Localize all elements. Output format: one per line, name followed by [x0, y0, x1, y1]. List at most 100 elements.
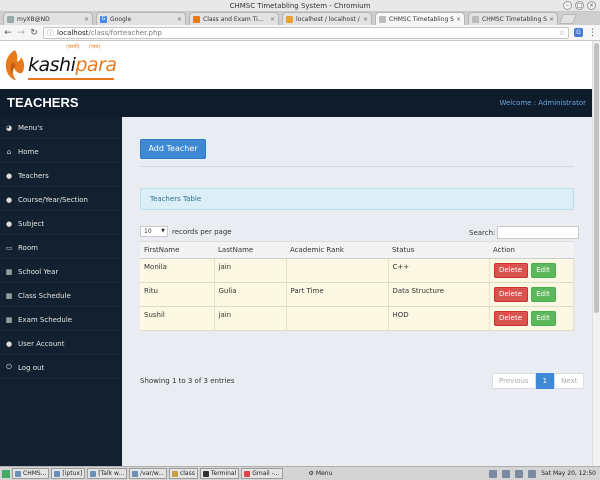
desktop-icon[interactable] [2, 469, 10, 478]
add-teacher-button[interactable]: Add Teacher [140, 139, 206, 159]
new-tab-button[interactable] [559, 14, 577, 24]
tray-app-icon[interactable] [489, 469, 498, 478]
cell-action: Delete Edit [489, 282, 574, 307]
sidebar-item-room[interactable]: ▭ Room [0, 237, 122, 259]
edit-button[interactable]: Edit [530, 311, 556, 326]
close-tab-icon[interactable]: × [270, 16, 275, 23]
taskbar-item-label: /var/w... [140, 470, 164, 477]
logo-word-b: para [75, 54, 117, 76]
close-tab-icon[interactable]: × [549, 16, 554, 23]
translate-extension-icon[interactable]: G [574, 28, 583, 37]
logo-deco-right: (पारा) [89, 44, 101, 50]
browser-tab[interactable]: G Google × [96, 12, 186, 25]
os-taskbar: CHMS... [iptux] [Talk w... /var/w... cla… [0, 466, 600, 480]
pagination-next[interactable]: Next [554, 373, 585, 389]
teachers-table: FirstName LastName Academic Rank Status … [140, 241, 574, 331]
start-menu-button[interactable]: Menu [316, 470, 332, 477]
close-tab-icon[interactable]: × [456, 16, 461, 23]
column-header-status[interactable]: Status [388, 241, 489, 259]
browser-tab[interactable]: myXB@ND × [3, 12, 93, 25]
sidebar-item-label: Log out [18, 363, 45, 372]
sidebar-item-menus[interactable]: ◕ Menu's [0, 117, 122, 139]
sidebar-item-home[interactable]: ⌂ Home [0, 141, 122, 163]
tray-app-icon[interactable] [502, 469, 511, 478]
minimize-icon[interactable]: – [563, 1, 572, 10]
maximize-icon[interactable]: □ [575, 1, 584, 10]
url-bar[interactable]: ⓘ localhost/class/forteacher.php ☆ [43, 26, 569, 39]
pagination-previous[interactable]: Previous [492, 373, 536, 389]
page-info-icon[interactable]: ⓘ [47, 28, 54, 38]
cell-lastname: jain [214, 306, 287, 331]
forward-icon[interactable]: → [17, 28, 25, 38]
cell-status: HOD [388, 306, 490, 331]
browser-tab[interactable]: CHMSC Timetabling S × [468, 12, 558, 25]
calendar-icon: ▦ [5, 315, 13, 324]
kashipara-logo[interactable]: (काशी) (पारा) kashipara [4, 44, 119, 86]
sidebar-item-school-year[interactable]: ▦ School Year [0, 261, 122, 283]
browser-tab[interactable]: localhost / localhost / × [282, 12, 372, 25]
pagination-page-current[interactable]: 1 [535, 373, 555, 389]
tab-strip: myXB@ND × G Google × Class and Exam Timeta ×… [0, 12, 600, 25]
reload-icon[interactable]: ↻ [30, 28, 38, 38]
taskbar-item[interactable]: [Talk w... [87, 468, 128, 479]
room-icon: ▭ [5, 243, 13, 252]
url-text[interactable]: localhost/class/forteacher.php [57, 29, 556, 37]
sidebar-item-user-account[interactable]: ● User Account [0, 333, 122, 355]
sidebar-item-teachers[interactable]: ● Teachers [0, 165, 122, 187]
column-header-lastname[interactable]: LastName [214, 241, 286, 259]
menu-dots-icon[interactable]: ⋮ [588, 28, 597, 38]
sidebar-item-logout[interactable]: ⏻ Log out [0, 357, 122, 379]
cell-action: Delete Edit [489, 306, 574, 331]
page-scrollbar[interactable] [592, 41, 600, 466]
delete-button[interactable]: Delete [493, 287, 528, 302]
panel-title: Teachers Table [140, 188, 574, 210]
sidebar-item-class-schedule[interactable]: ▦ Class Schedule [0, 285, 122, 307]
calendar-icon: ▦ [5, 291, 13, 300]
scrollbar-thumb[interactable] [594, 43, 599, 313]
browser-tab-active[interactable]: CHMSC Timetabling S × [375, 12, 465, 25]
bookmark-star-icon[interactable]: ☆ [559, 29, 565, 37]
column-header-firstname[interactable]: FirstName [140, 241, 214, 259]
taskbar-item[interactable]: class [168, 468, 198, 479]
tab-label: myXB@ND [17, 15, 50, 23]
delete-button[interactable]: Delete [493, 263, 528, 278]
sidebar-item-course[interactable]: ● Course/Year/Section [0, 189, 122, 211]
taskbar-item[interactable]: Terminal [199, 468, 240, 479]
search-input[interactable] [497, 226, 580, 239]
app-icon [54, 470, 61, 477]
sidebar-item-subject[interactable]: ● Subject [0, 213, 122, 235]
edit-button[interactable]: Edit [530, 263, 556, 278]
sidebar-item-label: Teachers [18, 171, 49, 180]
table-info: Showing 1 to 3 of 3 entries [140, 377, 235, 385]
taskbar-item[interactable]: CHMS... [12, 468, 50, 479]
close-tab-icon[interactable]: × [84, 16, 89, 23]
browser-tab[interactable]: Class and Exam Timeta × [189, 12, 279, 25]
close-tab-icon[interactable]: × [363, 16, 368, 23]
close-icon[interactable]: × [587, 1, 596, 10]
clock[interactable]: Sat May 20, 12:50 [541, 470, 596, 477]
table-row: Monila jain C++ Delete Edit [140, 258, 574, 283]
app-icon [244, 470, 251, 477]
sidebar-item-label: Home [18, 147, 39, 156]
close-tab-icon[interactable]: × [177, 16, 182, 23]
taskbar-item[interactable]: [iptux] [51, 468, 86, 479]
sidebar-item-label: User Account [18, 339, 65, 348]
taskbar-item[interactable]: /var/w... [129, 468, 167, 479]
cell-firstname: Ritu [140, 282, 215, 307]
column-header-rank[interactable]: Academic Rank [286, 241, 388, 259]
records-per-page-select[interactable]: 10 ▼ [140, 226, 168, 237]
chevron-down-icon: ▼ [161, 228, 165, 234]
network-icon[interactable] [515, 469, 524, 478]
window-title: CHMSC Timetabling System - Chromium [229, 2, 371, 10]
taskbar-item-label: class [179, 470, 195, 477]
taskbar-item[interactable]: Gmail -... [241, 468, 283, 479]
volume-icon[interactable] [528, 469, 537, 478]
back-icon[interactable]: ← [4, 28, 12, 38]
menu-gear-icon[interactable]: ⚙ [309, 470, 314, 477]
brand-bar: (काशी) (पारा) kashipara [0, 41, 592, 89]
cell-firstname: Monila [140, 258, 215, 283]
calendar-icon: ▦ [5, 267, 13, 276]
edit-button[interactable]: Edit [530, 287, 556, 302]
delete-button[interactable]: Delete [493, 311, 528, 326]
sidebar-item-exam-schedule[interactable]: ▦ Exam Schedule [0, 309, 122, 331]
